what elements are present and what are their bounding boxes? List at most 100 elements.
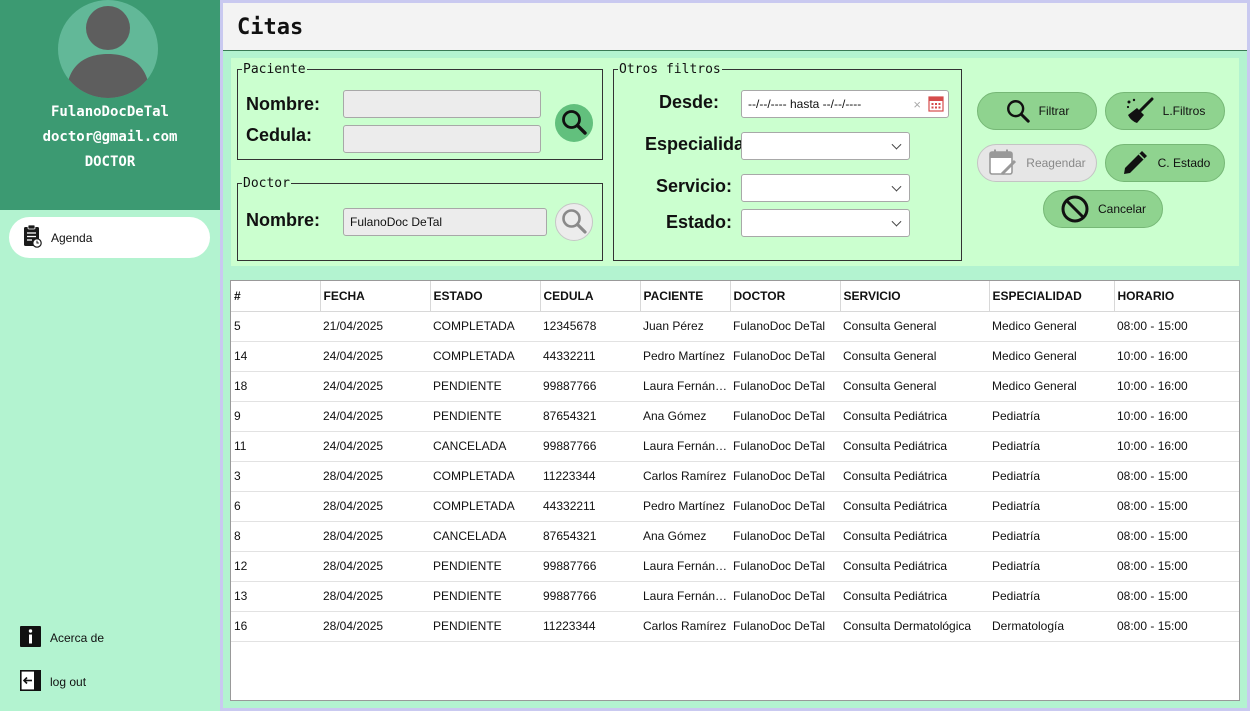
calendar-icon[interactable] (928, 95, 944, 115)
table-row[interactable]: 11 24/04/2025 CANCELADA 99887766 Laura Ferná… (231, 431, 1239, 462)
table-row[interactable]: 9 24/04/2025 PENDIENTE 87654321 Ana Gómez Ful… (231, 401, 1239, 432)
doctor-nombre-input[interactable]: FulanoDoc DeTal (343, 208, 547, 236)
reagendar-label: Reagendar (1026, 156, 1086, 170)
user-profile-panel: FulanoDocDeTal doctor@gmail.com DOCTOR (0, 0, 220, 210)
table-cell: 10:00 - 16:00 (1114, 401, 1239, 432)
table-cell: Consulta General (840, 341, 989, 372)
column-header[interactable]: CEDULA (540, 281, 641, 312)
clipboard-clock-icon (22, 224, 42, 251)
table-cell: 08:00 - 15:00 (1114, 521, 1239, 552)
table-cell: 08:00 - 15:00 (1114, 491, 1239, 522)
table-cell: 28/04/2025 (320, 611, 430, 642)
user-email: doctor@gmail.com (42, 129, 178, 145)
table-cell: 99887766 (540, 371, 640, 402)
date-range-picker[interactable]: --/--/---- hasta --/--/---- × (741, 90, 949, 118)
citas-table: # FECHA ESTADO CEDULA PACIENTE DOCTOR SE… (231, 281, 1239, 642)
table-row[interactable]: 12 28/04/2025 PENDIENTE 99887766 Laura Ferná… (231, 551, 1239, 582)
cancelar-button[interactable]: Cancelar (1043, 190, 1163, 228)
filtrar-button[interactable]: Filtrar (977, 92, 1097, 130)
logout-arrow-icon (20, 670, 41, 694)
table-row[interactable]: 3 28/04/2025 COMPLETADA 11223344 Carlos Ramí… (231, 461, 1239, 492)
especialidad-select[interactable] (741, 132, 910, 160)
table-cell: Consulta Pediátrica (840, 581, 989, 612)
table-row[interactable]: 13 28/04/2025 PENDIENTE 99887766 Laura Ferná… (231, 581, 1239, 612)
paciente-nombre-input[interactable] (343, 90, 541, 118)
column-header[interactable]: FECHA (320, 281, 431, 312)
table-cell: 24/04/2025 (320, 371, 430, 402)
table-cell: Pediatría (989, 581, 1114, 612)
table-cell: 13 (231, 581, 320, 612)
column-header[interactable]: HORARIO (1114, 281, 1239, 312)
table-cell: 08:00 - 15:00 (1114, 581, 1239, 612)
user-name: FulanoDocDeTal (50, 104, 169, 120)
table-cell: COMPLETADA (430, 311, 540, 342)
doctor-legend: Doctor (243, 176, 290, 191)
clear-icon[interactable]: × (913, 97, 921, 112)
table-cell: 12345678 (540, 311, 640, 342)
limpiar-filtros-button[interactable]: L.Filtros (1105, 92, 1225, 130)
broom-icon (1125, 97, 1155, 125)
table-cell: FulanoDoc DeTal (730, 611, 840, 642)
nav-item-agenda-label: Agenda (51, 230, 93, 245)
table-row[interactable]: 14 24/04/2025 COMPLETADA 44332211 Pedro Mart… (231, 341, 1239, 372)
table-cell: Consulta General (840, 311, 989, 342)
paciente-nombre-label: Nombre: (246, 94, 321, 114)
servicio-select[interactable] (741, 174, 910, 202)
table-cell: 3 (231, 461, 320, 492)
prohibited-icon (1060, 194, 1090, 224)
table-cell: 12 (231, 551, 320, 582)
chevron-down-icon (891, 181, 902, 192)
doctor-search-button[interactable] (555, 203, 593, 241)
table-cell: 24/04/2025 (320, 401, 430, 432)
about-link-label: Acerca de (50, 631, 105, 645)
table-row[interactable]: 5 21/04/2025 COMPLETADA 12345678 Juan Pérez F… (231, 311, 1239, 342)
nav-item-agenda[interactable]: Agenda (9, 217, 210, 258)
table-row[interactable]: 6 28/04/2025 COMPLETADA 44332211 Pedro Martí… (231, 491, 1239, 522)
table-cell: 08:00 - 15:00 (1114, 311, 1239, 342)
table-cell: Laura Fernánd... (640, 551, 730, 582)
table-cell: 24/04/2025 (320, 431, 430, 462)
table-cell: Consulta Pediátrica (840, 401, 989, 432)
table-cell: COMPLETADA (430, 341, 540, 372)
cambiar-estado-button[interactable]: C. Estado (1105, 144, 1225, 182)
table-cell: 9 (231, 401, 320, 432)
estado-select[interactable] (741, 209, 910, 237)
table-cell: Ana Gómez (640, 521, 730, 552)
paciente-cedula-input[interactable] (343, 125, 541, 153)
table-cell: Pediatría (989, 521, 1114, 552)
table-cell: 6 (231, 491, 320, 522)
info-icon (20, 626, 41, 650)
column-header[interactable]: DOCTOR (730, 281, 841, 312)
table-cell: FulanoDoc DeTal (730, 461, 840, 492)
table-cell: Laura Fernánd... (640, 581, 730, 612)
user-avatar-icon (58, 0, 158, 98)
pencil-icon (1120, 148, 1150, 178)
table-cell: 44332211 (540, 491, 640, 522)
table-cell: 28/04/2025 (320, 521, 430, 552)
servicio-label: Servicio: (655, 176, 732, 196)
column-header[interactable]: ESTADO (430, 281, 541, 312)
especialidad-label: Especialidad: (644, 134, 761, 154)
table-row[interactable]: 18 24/04/2025 PENDIENTE 99887766 Laura Ferná… (231, 371, 1239, 402)
table-row[interactable]: 8 28/04/2025 CANCELADA 87654321 Ana Gómez Ful… (231, 521, 1239, 552)
column-header[interactable]: SERVICIO (840, 281, 990, 312)
table-cell: Medico General (989, 371, 1114, 402)
column-header[interactable]: PACIENTE (640, 281, 731, 312)
paciente-cedula-label: Cedula: (246, 125, 313, 145)
paciente-search-button[interactable] (555, 104, 593, 142)
logout-link[interactable]: log out (20, 670, 86, 694)
column-header[interactable]: # (231, 281, 321, 312)
reagendar-button[interactable]: Reagendar (977, 144, 1097, 182)
table-cell: Medico General (989, 341, 1114, 372)
table-cell: 10:00 - 16:00 (1114, 371, 1239, 402)
cambiar-estado-label: C. Estado (1157, 156, 1211, 170)
cancelar-label: Cancelar (1097, 202, 1147, 216)
table-cell: 28/04/2025 (320, 461, 430, 492)
table-cell: Consulta General (840, 371, 989, 402)
table-cell: Dermatología (989, 611, 1114, 642)
table-row[interactable]: 16 28/04/2025 PENDIENTE 11223344 Carlos Ramí… (231, 611, 1239, 642)
column-header[interactable]: ESPECIALIDAD (989, 281, 1115, 312)
table-cell: 11223344 (540, 611, 640, 642)
table-cell: 14 (231, 341, 320, 372)
about-link[interactable]: Acerca de (20, 626, 104, 650)
